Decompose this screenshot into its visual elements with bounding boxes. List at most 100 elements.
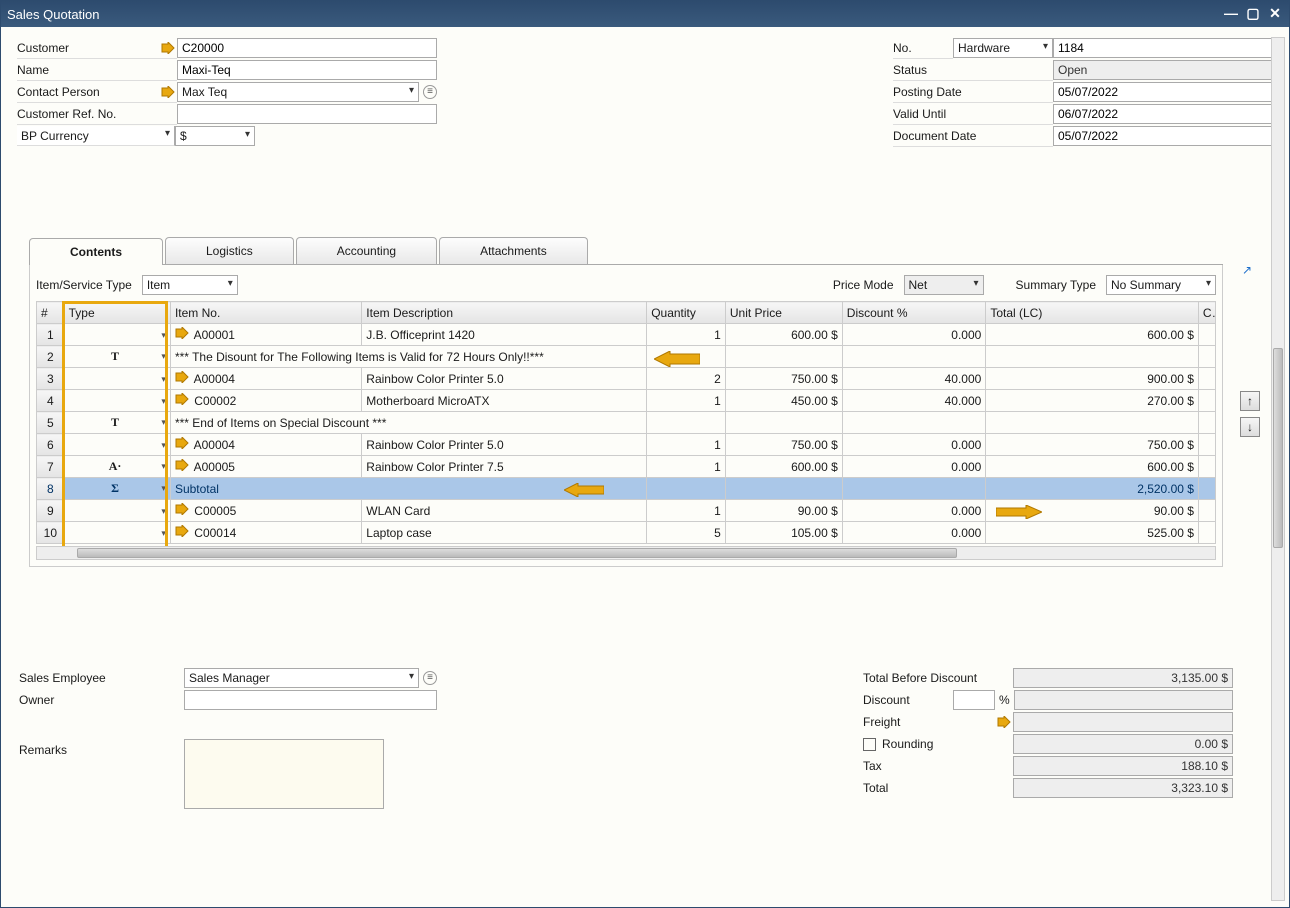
remarks-textarea[interactable] — [184, 739, 384, 809]
cell-price[interactable]: 90.00 $ — [725, 500, 842, 522]
cell-extra[interactable] — [1198, 368, 1215, 390]
cell-desc[interactable]: WLAN Card — [362, 500, 647, 522]
cell-total[interactable]: 900.00 $ — [986, 368, 1199, 390]
cell-extra[interactable] — [1198, 412, 1215, 434]
cell-qty[interactable]: 5 — [647, 522, 726, 544]
link-arrow-icon[interactable] — [161, 86, 175, 98]
sales-emp-select[interactable]: Sales Manager — [184, 668, 419, 688]
cell-total[interactable] — [986, 346, 1199, 368]
col-cut[interactable]: C — [1198, 302, 1215, 324]
grid-hscroll[interactable] — [36, 546, 1216, 560]
link-arrow-icon[interactable] — [175, 525, 189, 537]
cell-qty[interactable]: 1 — [647, 456, 726, 478]
cell-type[interactable]: A·▾ — [64, 456, 170, 478]
table-row[interactable]: 7A·▾ A00005Rainbow Color Printer 7.51600… — [37, 456, 1216, 478]
cell-total[interactable]: 270.00 $ — [986, 390, 1199, 412]
table-row[interactable]: 4▾ C00002Motherboard MicroATX1450.00 $40… — [37, 390, 1216, 412]
table-row[interactable]: 3▾ A00004Rainbow Color Printer 5.02750.0… — [37, 368, 1216, 390]
minimize-button[interactable]: — — [1223, 7, 1239, 21]
cell-desc[interactable]: Rainbow Color Printer 7.5 — [362, 456, 647, 478]
cell-total[interactable]: 600.00 $ — [986, 324, 1199, 346]
items-grid[interactable]: # Type Item No. Item Description Quantit… — [36, 301, 1216, 544]
cell-rownum[interactable]: 7 — [37, 456, 65, 478]
col-total[interactable]: Total (LC) — [986, 302, 1199, 324]
cell-extra[interactable] — [1198, 390, 1215, 412]
cell-rownum[interactable]: 8 — [37, 478, 65, 500]
cell-total[interactable]: 525.00 $ — [986, 522, 1199, 544]
tab-contents[interactable]: Contents — [29, 238, 163, 265]
cell-extra[interactable] — [1198, 324, 1215, 346]
cell-extra[interactable] — [1198, 522, 1215, 544]
scroll-thumb[interactable] — [1273, 348, 1283, 548]
cell-qty[interactable]: 1 — [647, 390, 726, 412]
cell-type[interactable]: ▾ — [64, 324, 170, 346]
name-input[interactable] — [177, 60, 437, 80]
table-row[interactable]: 1▾ A00001J.B. Officeprint 14201600.00 $0… — [37, 324, 1216, 346]
col-disc[interactable]: Discount % — [842, 302, 986, 324]
cell-disc[interactable]: 0.000 — [842, 434, 986, 456]
cell-qty[interactable] — [647, 478, 726, 500]
cell-extra[interactable] — [1198, 500, 1215, 522]
cell-type[interactable]: ▾ — [64, 500, 170, 522]
cell-desc[interactable]: *** The Disount for The Following Items … — [170, 346, 646, 368]
cell-itemno[interactable]: A00004 — [170, 434, 361, 456]
cell-rownum[interactable]: 3 — [37, 368, 65, 390]
posting-date-input[interactable] — [1053, 82, 1273, 102]
cell-qty[interactable]: 1 — [647, 324, 726, 346]
owner-input[interactable] — [184, 690, 437, 710]
table-row[interactable]: 9▾ C00005WLAN Card190.00 $0.00090.00 $ — [37, 500, 1216, 522]
window-scrollbar[interactable] — [1271, 37, 1285, 901]
tab-accounting[interactable]: Accounting — [296, 237, 437, 264]
cell-price[interactable] — [725, 478, 842, 500]
custref-input[interactable] — [177, 104, 437, 124]
cell-total[interactable]: 750.00 $ — [986, 434, 1199, 456]
cell-itemno[interactable]: C00002 — [170, 390, 361, 412]
cell-type[interactable]: T▾ — [64, 412, 170, 434]
cell-rownum[interactable]: 5 — [37, 412, 65, 434]
table-row[interactable]: 5T▾*** End of Items on Special Discount … — [37, 412, 1216, 434]
cell-itemno[interactable]: A00004 — [170, 368, 361, 390]
cell-desc[interactable]: Motherboard MicroATX — [362, 390, 647, 412]
cell-disc[interactable] — [842, 412, 986, 434]
cell-type[interactable]: T▾ — [64, 346, 170, 368]
cell-desc[interactable]: J.B. Officeprint 1420 — [362, 324, 647, 346]
rounding-checkbox[interactable] — [863, 738, 876, 751]
cell-itemno[interactable]: C00005 — [170, 500, 361, 522]
currency-select[interactable]: BP Currency — [17, 126, 175, 146]
cell-disc[interactable]: 0.000 — [842, 456, 986, 478]
col-type[interactable]: Type — [64, 302, 170, 324]
cell-rownum[interactable]: 1 — [37, 324, 65, 346]
cell-type[interactable]: Σ▾ — [64, 478, 170, 500]
close-button[interactable]: ✕ — [1267, 7, 1283, 21]
cell-price[interactable]: 750.00 $ — [725, 368, 842, 390]
table-row[interactable]: 2T▾*** The Disount for The Following Ite… — [37, 346, 1216, 368]
link-arrow-icon[interactable] — [175, 459, 189, 471]
cell-extra[interactable] — [1198, 456, 1215, 478]
cell-disc[interactable]: 0.000 — [842, 522, 986, 544]
cell-type[interactable]: ▾ — [64, 522, 170, 544]
cell-itemno[interactable]: A00005 — [170, 456, 361, 478]
series-select[interactable]: Hardware — [953, 38, 1053, 58]
col-qty[interactable]: Quantity — [647, 302, 726, 324]
maximize-button[interactable]: ▢ — [1245, 7, 1261, 21]
cell-disc[interactable] — [842, 478, 986, 500]
cell-price[interactable]: 450.00 $ — [725, 390, 842, 412]
details-icon[interactable]: ≡ — [423, 85, 437, 99]
col-desc[interactable]: Item Description — [362, 302, 647, 324]
cell-extra[interactable] — [1198, 434, 1215, 456]
cell-price[interactable]: 600.00 $ — [725, 456, 842, 478]
contact-select[interactable]: Max Teq — [177, 82, 419, 102]
cell-rownum[interactable]: 6 — [37, 434, 65, 456]
docdate-input[interactable] — [1053, 126, 1273, 146]
cell-type[interactable]: ▾ — [64, 368, 170, 390]
cell-price[interactable]: 750.00 $ — [725, 434, 842, 456]
cell-qty[interactable]: 1 — [647, 434, 726, 456]
cell-disc[interactable] — [842, 346, 986, 368]
cell-rownum[interactable]: 9 — [37, 500, 65, 522]
docnum-input[interactable] — [1053, 38, 1273, 58]
link-arrow-icon[interactable] — [175, 503, 189, 515]
itemservice-select[interactable]: Item — [142, 275, 238, 295]
cell-rownum[interactable]: 4 — [37, 390, 65, 412]
link-arrow-icon[interactable] — [175, 393, 189, 405]
cell-price[interactable] — [725, 346, 842, 368]
